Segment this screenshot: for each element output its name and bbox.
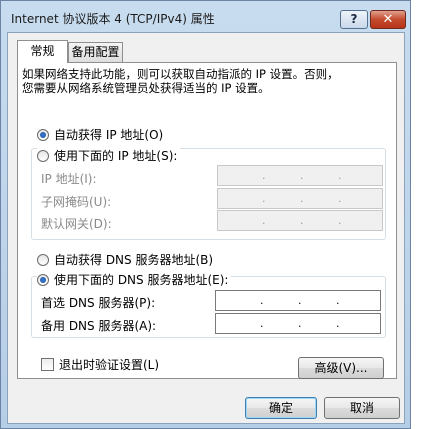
ip-address-input: . . . <box>217 165 383 186</box>
ip-manual-label: 使用下面的 IP 地址(S): <box>54 149 178 163</box>
close-button[interactable]: ✕ <box>370 10 406 29</box>
window-title: Internet 协议版本 4 (TCP/IPv4) 属性 <box>11 12 215 26</box>
dns-auto-label: 自动获得 DNS 服务器地址(B) <box>54 253 214 267</box>
subnet-mask-input: . . . <box>217 188 383 209</box>
ip-auto-label: 自动获得 IP 地址(O) <box>54 128 164 142</box>
close-icon: ✕ <box>382 12 394 27</box>
dns-manual-label: 使用下面的 DNS 服务器地址(E): <box>54 273 229 287</box>
default-gateway-label: 默认网关(D): <box>41 217 112 231</box>
tab-general[interactable]: 常规 <box>17 40 68 63</box>
tab-general-label: 常规 <box>30 44 55 58</box>
ip-manual-option[interactable]: 使用下面的 IP 地址(S): <box>37 147 181 164</box>
dns-auto-radio[interactable] <box>37 254 49 266</box>
dns-auto-option[interactable]: 自动获得 DNS 服务器地址(B) <box>37 251 213 268</box>
dns-manual-radio[interactable] <box>37 274 49 286</box>
dns-manual-option[interactable]: 使用下面的 DNS 服务器地址(E): <box>37 271 232 288</box>
validate-settings-label: 退出时验证设置(L) <box>59 358 160 372</box>
alternate-dns-label: 备用 DNS 服务器(A): <box>41 319 157 333</box>
ip-manual-radio[interactable] <box>37 150 49 162</box>
ok-button[interactable]: 确定 <box>245 397 317 419</box>
description-text: 如果网络支持此功能，则可以获取自动指派的 IP 设置。否则， 您需要从网络系统管… <box>22 67 339 95</box>
preferred-dns-input[interactable]: . . . <box>215 290 381 311</box>
title-bar[interactable]: Internet 协议版本 4 (TCP/IPv4) 属性 ? ✕ <box>1 1 410 31</box>
validate-settings-option[interactable]: 退出时验证设置(L) <box>41 356 159 373</box>
advanced-button[interactable]: 高级(V)... <box>298 357 384 379</box>
dialog-window: Internet 协议版本 4 (TCP/IPv4) 属性 ? ✕ 常规 备用配… <box>0 0 411 429</box>
ip-auto-option[interactable]: 自动获得 IP 地址(O) <box>37 126 163 143</box>
tab-alternate-configuration[interactable]: 备用配置 <box>68 42 123 62</box>
help-button[interactable]: ? <box>340 10 368 29</box>
ip-address-label: IP 地址(I): <box>41 172 97 186</box>
preferred-dns-label: 首选 DNS 服务器(P): <box>41 296 156 310</box>
tab-alternate-label: 备用配置 <box>71 45 120 59</box>
subnet-mask-label: 子网掩码(U): <box>41 195 112 209</box>
question-mark-icon: ? <box>350 12 358 26</box>
validate-settings-checkbox[interactable] <box>41 358 54 371</box>
ip-auto-radio[interactable] <box>37 129 49 141</box>
cancel-button[interactable]: 取消 <box>324 397 400 419</box>
default-gateway-input: . . . <box>217 210 383 231</box>
alternate-dns-input[interactable]: . . . <box>215 313 381 334</box>
